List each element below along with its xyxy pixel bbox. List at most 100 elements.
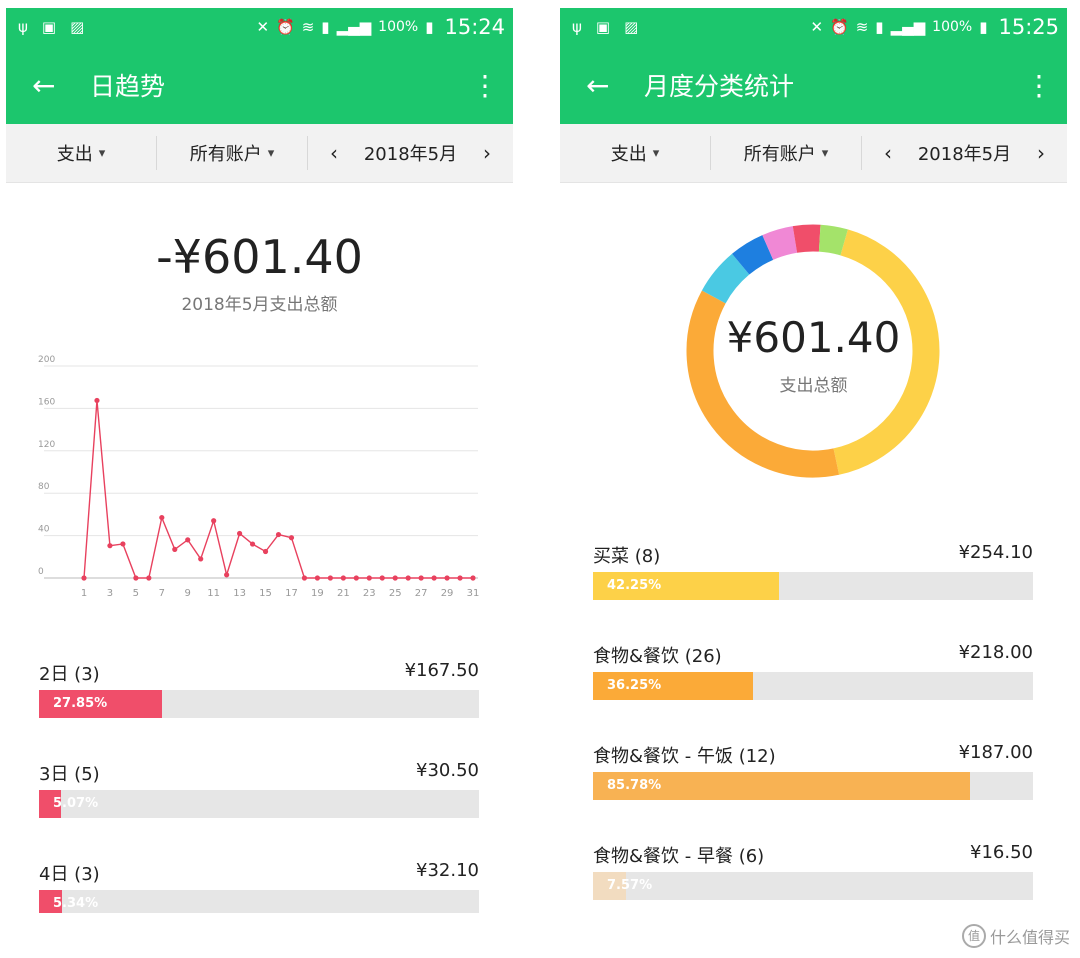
next-month-icon[interactable]: › <box>1037 141 1045 165</box>
mute-icon: ✕ <box>810 18 824 36</box>
list-item-amount: ¥167.50 <box>404 660 479 681</box>
data-point <box>470 575 476 581</box>
filter-bar: 支出 ▾ 所有账户 ▾ ‹ 2018年5月 › <box>560 124 1067 183</box>
more-menu-icon[interactable]: ⋮ <box>1025 69 1053 102</box>
prev-month-icon[interactable]: ‹ <box>884 141 892 165</box>
prev-month-icon[interactable]: ‹ <box>330 141 338 165</box>
donut-slice <box>732 235 774 275</box>
watermark: 值 什么值得买 <box>961 924 1070 948</box>
list-item[interactable]: 2日 (3) ¥167.50 27.85% <box>39 660 479 718</box>
x-tick-label: 13 <box>233 588 246 599</box>
system-icons: ✕ ⏰ ≋ ▮ ▂▄▆ 100% ▮ 15:24 <box>256 15 505 39</box>
data-point <box>94 397 100 404</box>
battery-percent: 100% <box>378 19 419 35</box>
sim-icon: ▮ <box>875 18 884 36</box>
usb-icon: ψ <box>572 18 582 36</box>
percent-label: 27.85% <box>53 696 108 711</box>
donut-slice <box>762 226 798 260</box>
percent-label: 5.34% <box>53 896 99 911</box>
x-tick-label: 27 <box>415 588 428 599</box>
right-screen: ψ ▣ ▨ ✕ ⏰ ≋ ▮ ▂▄▆ 100% ▮ 15:25 ← 月度分类统计 … <box>560 8 1067 913</box>
notification-icons: ψ ▣ ▨ <box>572 18 638 36</box>
data-point <box>457 575 463 581</box>
list-item-label: 食物&餐饮 (26) <box>593 646 722 667</box>
month-label: 2018年5月 <box>363 144 458 165</box>
percent-label: 5.07% <box>53 796 99 811</box>
x-tick-label: 5 <box>133 588 139 599</box>
data-point <box>327 575 333 581</box>
list-item[interactable]: 买菜 (8) ¥254.10 42.25% <box>593 542 1033 600</box>
list-item[interactable]: 3日 (5) ¥30.50 5.07% <box>39 760 479 818</box>
y-tick-label: 40 <box>38 525 50 535</box>
progress-track: 27.85% <box>39 690 479 718</box>
data-point <box>379 575 385 581</box>
type-filter-dropdown[interactable]: 支出 ▾ <box>560 140 710 166</box>
account-filter-dropdown[interactable]: 所有账户 ▾ <box>156 136 307 170</box>
list-item-header: 食物&餐饮 - 早餐 (6) ¥16.50 <box>593 842 1033 870</box>
more-menu-icon[interactable]: ⋮ <box>471 69 499 102</box>
list-item[interactable]: 食物&餐饮 - 早餐 (6) ¥16.50 7.57% <box>593 842 1033 900</box>
left-screen: ψ ▣ ▨ ✕ ⏰ ≋ ▮ ▂▄▆ 100% ▮ 15:24 ← 日趋势 ⋮ 支… <box>6 8 513 913</box>
sim-icon: ▮ <box>321 18 330 36</box>
status-bar: ψ ▣ ▨ ✕ ⏰ ≋ ▮ ▂▄▆ 100% ▮ 15:24 <box>6 8 513 46</box>
x-tick-label: 1 <box>81 588 87 599</box>
account-filter-label: 所有账户 <box>743 144 816 165</box>
x-tick-label: 15 <box>259 588 272 599</box>
page-title: 日趋势 <box>90 72 166 101</box>
usb-icon: ψ <box>18 18 28 36</box>
list-item-header: 4日 (3) ¥32.10 <box>39 860 479 888</box>
x-tick-label: 25 <box>389 588 402 599</box>
data-point <box>392 575 398 581</box>
y-tick-label: 0 <box>38 567 44 577</box>
x-tick-label: 19 <box>311 588 324 599</box>
watermark-text: 什么值得买 <box>989 928 1070 947</box>
next-month-icon[interactable]: › <box>483 141 491 165</box>
smzdm-logo-icon: 值 <box>961 924 986 948</box>
data-point <box>198 556 204 562</box>
data-point <box>120 541 126 547</box>
battery-full-icon: ▣ <box>595 18 611 36</box>
donut-slice <box>792 224 821 253</box>
account-filter-dropdown[interactable]: 所有账户 ▾ <box>710 136 861 170</box>
chevron-down-icon: ▾ <box>821 145 829 161</box>
type-filter-label: 支出 <box>56 144 93 165</box>
wifi-icon: ≋ <box>855 18 869 36</box>
list-item[interactable]: 4日 (3) ¥32.10 5.34% <box>39 860 479 913</box>
list-item-label: 3日 (5) <box>39 764 100 785</box>
donut-slice <box>818 224 848 256</box>
back-arrow-icon[interactable]: ← <box>586 69 616 102</box>
donut-label: 支出总额 <box>779 376 848 396</box>
percent-label: 7.57% <box>607 878 653 893</box>
donut-total: ¥601.40 <box>726 313 901 362</box>
list-item-header: 食物&餐饮 - 午饭 (12) ¥187.00 <box>593 742 1033 770</box>
x-tick-label: 7 <box>159 588 165 599</box>
percent-label: 36.25% <box>607 678 662 693</box>
recycle-icon: ▨ <box>70 18 85 36</box>
back-arrow-icon[interactable]: ← <box>32 69 62 102</box>
data-point <box>81 575 87 581</box>
x-tick-label: 31 <box>467 588 480 599</box>
list-item[interactable]: 食物&餐饮 - 午饭 (12) ¥187.00 85.78% <box>593 742 1033 800</box>
signal-icon: ▂▄▆ <box>890 18 926 36</box>
y-tick-label: 120 <box>38 440 55 450</box>
list-item[interactable]: 食物&餐饮 (26) ¥218.00 36.25% <box>593 642 1033 700</box>
percent-label: 85.78% <box>607 778 662 793</box>
x-tick-label: 29 <box>441 588 454 599</box>
data-point <box>340 575 346 581</box>
data-point <box>224 572 230 578</box>
clock: 15:25 <box>998 15 1059 39</box>
progress-track: 36.25% <box>593 672 1033 700</box>
data-point <box>275 531 282 538</box>
series-line <box>83 400 473 579</box>
list-item-amount: ¥187.00 <box>958 742 1033 763</box>
total-label: 2018年5月支出总额 <box>181 295 338 315</box>
list-item-label: 4日 (3) <box>39 864 100 885</box>
type-filter-dropdown[interactable]: 支出 ▾ <box>6 140 156 166</box>
list-item-label: 买菜 (8) <box>593 546 661 567</box>
page-title: 月度分类统计 <box>644 72 795 101</box>
list-item-header: 食物&餐饮 (26) ¥218.00 <box>593 642 1033 670</box>
list-item-amount: ¥30.50 <box>416 760 479 781</box>
data-point <box>237 530 243 537</box>
list-item-label: 食物&餐饮 - 午饭 (12) <box>593 746 776 767</box>
x-tick-label: 3 <box>107 588 113 599</box>
